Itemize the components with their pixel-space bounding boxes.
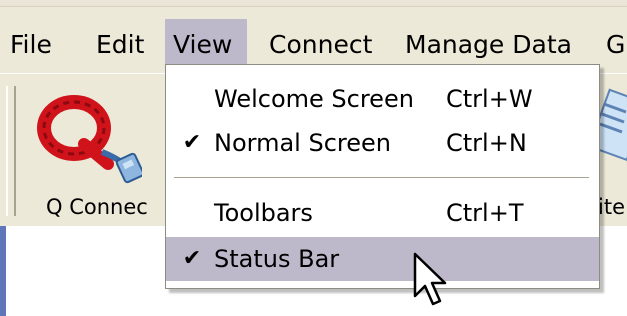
checkmark-icon: ✔ [182,130,202,155]
menu-edit[interactable]: Edit [88,19,152,71]
app-window: File Edit View Connect Manage Data G Q C… [0,0,627,316]
menu-separator [174,177,589,179]
toolbar-gripper[interactable] [6,86,16,216]
menu-g-truncated[interactable]: G [598,19,627,71]
menu-item-label: Status Bar [214,245,340,273]
window-top-edge [0,0,627,7]
menu-item-label: Toolbars [214,199,313,227]
menu-item-label: Normal Screen [214,129,391,157]
menu-item-toolbars[interactable]: Toolbars Ctrl+T [166,191,599,235]
q-connect-label: Q Connec [46,195,148,219]
mouse-pointer-icon [413,252,447,306]
menu-item-label: Welcome Screen [214,85,414,113]
menu-item-shortcut: Ctrl+W [446,85,533,113]
site-label: ite [598,195,625,219]
view-menu-dropdown: Welcome Screen Ctrl+W ✔ Normal Screen Ct… [165,64,600,289]
q-connect-icon [37,95,142,184]
menu-item-status-bar[interactable]: ✔ Status Bar [166,237,599,281]
menu-item-normal-screen[interactable]: ✔ Normal Screen Ctrl+N [166,121,599,165]
menu-file[interactable]: File [2,19,60,71]
menu-item-shortcut: Ctrl+N [446,129,527,157]
checkmark-icon: ✔ [182,246,202,271]
q-connect-button[interactable]: Q Connec [22,80,172,222]
menu-item-welcome-screen[interactable]: Welcome Screen Ctrl+W [166,77,599,121]
menu-item-shortcut: Ctrl+T [446,199,524,227]
window-left-border [0,226,6,316]
